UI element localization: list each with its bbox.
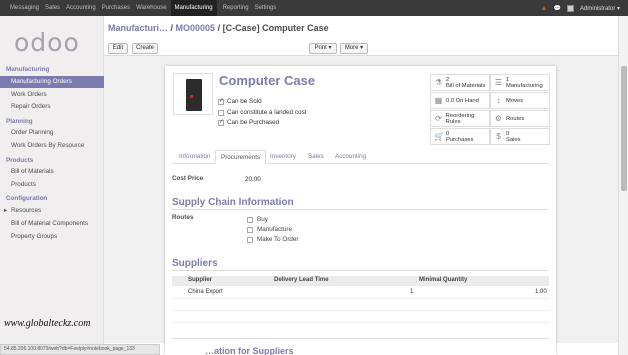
- odoo-logo[interactable]: odoo: [14, 28, 90, 58]
- avatar[interactable]: [566, 4, 574, 12]
- sidebar-item-repair-orders[interactable]: Repair Orders: [0, 101, 104, 113]
- notebook-tabs: Information Procurements Inventory Sales…: [172, 150, 549, 164]
- building-icon: ▦: [434, 95, 443, 105]
- section-divider: [172, 209, 549, 210]
- sidebar-section-configuration: Configuration: [6, 195, 48, 202]
- table-row-divider: [172, 298, 549, 299]
- smart-button-manufacturing[interactable]: ☰ 1 Manufacturing: [490, 74, 550, 91]
- sidebar-section-products: Products: [6, 157, 34, 164]
- product-image[interactable]: [173, 73, 213, 115]
- suppliers-table-header: [172, 276, 549, 286]
- tab-accounting[interactable]: Accounting: [330, 150, 371, 164]
- create-button[interactable]: Create: [132, 43, 158, 54]
- watermark: www.globalteckz.com: [4, 318, 91, 329]
- breadcrumb-link-manufacturing[interactable]: Manufacturi…: [108, 23, 168, 33]
- min-qty-cell[interactable]: 1.00: [535, 289, 547, 295]
- dollar-icon: $: [496, 131, 501, 141]
- list-icon: ☰: [494, 77, 503, 87]
- sidebar-section-manufacturing: Manufacturing: [6, 66, 50, 73]
- tab-inventory[interactable]: Inventory: [265, 150, 301, 164]
- sidebar-section-planning: Planning: [6, 118, 33, 125]
- cost-price-value[interactable]: 20.00: [245, 176, 261, 183]
- nav-sales[interactable]: Sales: [45, 0, 60, 16]
- sidebar-item-products[interactable]: Products: [0, 179, 104, 191]
- sidebar-item-work-orders-by-resource[interactable]: Work Orders By Resource: [0, 140, 104, 152]
- cogs-icon: ⚙: [494, 113, 503, 123]
- nav-messaging[interactable]: Messaging: [10, 0, 39, 16]
- section-divider: [172, 270, 549, 271]
- breadcrumb-current: [C-Case] Computer Case: [222, 23, 329, 33]
- nav-accounting[interactable]: Accounting: [66, 0, 96, 16]
- next-section-title: …ation for Suppliers: [205, 346, 294, 355]
- sidebar-item-bom-components[interactable]: Bill of Material Components: [0, 218, 104, 230]
- breadcrumb: Manufacturi… / MO00005 / [C-Case] Comput…: [108, 23, 329, 33]
- smart-button-reordering-rules[interactable]: ⟳ Reordering Rules: [430, 110, 490, 127]
- sidebar-item-manufacturing-orders[interactable]: Manufacturing Orders: [0, 76, 104, 88]
- refresh-icon: ⟳: [434, 113, 442, 123]
- route-manufacture-checkbox[interactable]: Manufacture: [247, 226, 292, 233]
- suppliers-title: Suppliers: [172, 258, 218, 269]
- column-lead-time[interactable]: Delivery Lead Time: [274, 277, 329, 283]
- arrows-v-icon: ↕: [496, 95, 501, 105]
- column-min-qty[interactable]: Minimal Quantity: [419, 277, 467, 283]
- nav-manufacturing[interactable]: Manufacturing: [170, 0, 217, 16]
- supplier-cell[interactable]: China Export: [188, 289, 223, 295]
- table-row-divider: [172, 322, 549, 323]
- more-button[interactable]: More ▾: [340, 43, 368, 54]
- tab-procurements[interactable]: Procurements: [215, 150, 267, 164]
- section-divider: [172, 338, 549, 339]
- nav-purchases[interactable]: Purchases: [102, 0, 130, 16]
- sidebar-item-bill-of-materials[interactable]: Bill of Materials: [0, 166, 104, 178]
- route-buy-checkbox[interactable]: Buy: [247, 216, 268, 223]
- smart-button-on-hand[interactable]: ▦ 0.0 On Hand: [430, 92, 490, 109]
- smart-button-purchases[interactable]: 🛒 0 Purchases: [430, 128, 490, 145]
- print-button[interactable]: Print ▾: [309, 43, 337, 54]
- breadcrumb-link-mo[interactable]: MO00005: [176, 23, 216, 33]
- routes-label: Routes: [172, 214, 194, 221]
- edit-button[interactable]: Edit: [108, 43, 128, 54]
- scrollbar[interactable]: [618, 16, 628, 355]
- alert-icon[interactable]: ▲: [541, 5, 548, 12]
- checkbox-can-be-purchased[interactable]: Can be Purchased: [218, 118, 279, 126]
- table-row-divider: [172, 310, 549, 311]
- computer-case-image: [186, 79, 202, 111]
- top-navbar: Messaging Sales Accounting Purchases War…: [0, 0, 628, 16]
- user-menu[interactable]: Administrator ▾: [580, 5, 620, 12]
- product-name: Computer Case: [219, 73, 316, 88]
- cost-price-label: Cost Price: [172, 175, 204, 182]
- sidebar-item-property-groups[interactable]: Property Groups: [0, 231, 104, 243]
- sidebar-item-order-planning[interactable]: Order Planning: [0, 127, 104, 139]
- checkbox-can-be-sold[interactable]: Can be Sold: [218, 97, 262, 105]
- smart-button-sales[interactable]: $ 0 Sales: [490, 128, 550, 145]
- route-mto-checkbox[interactable]: Make To Order: [247, 236, 299, 243]
- checkbox-landed-cost[interactable]: Can constitute a landed cost: [218, 109, 306, 116]
- sidebar-item-resources[interactable]: ▸ Resources: [0, 205, 104, 217]
- tab-sales[interactable]: Sales: [303, 150, 329, 164]
- smart-button-bom[interactable]: ⚗ 2 Bill of Materials: [430, 74, 490, 91]
- smart-button-routes[interactable]: ⚙ Routes: [490, 110, 550, 127]
- nav-warehouse[interactable]: Warehouse: [136, 0, 166, 16]
- sidebar-item-work-orders[interactable]: Work Orders: [0, 89, 104, 101]
- column-supplier[interactable]: Supplier: [188, 277, 212, 283]
- chat-icon[interactable]: 💬: [553, 5, 560, 12]
- cart-icon: 🛒: [434, 131, 444, 141]
- smart-button-moves[interactable]: ↕ Moves: [490, 92, 550, 109]
- nav-settings[interactable]: Settings: [255, 0, 277, 16]
- caret-right-icon: ▸: [4, 207, 8, 214]
- supply-chain-title: Supply Chain Information: [172, 197, 294, 208]
- tab-information[interactable]: Information: [174, 150, 216, 164]
- status-url-bar: 54.85.206.100:8079/web?db=Feelply#notebo…: [0, 344, 160, 355]
- flask-icon: ⚗: [434, 77, 443, 87]
- lead-time-cell[interactable]: 1: [410, 289, 413, 295]
- scrollbar-thumb[interactable]: [621, 66, 627, 191]
- nav-reporting[interactable]: Reporting: [223, 0, 249, 16]
